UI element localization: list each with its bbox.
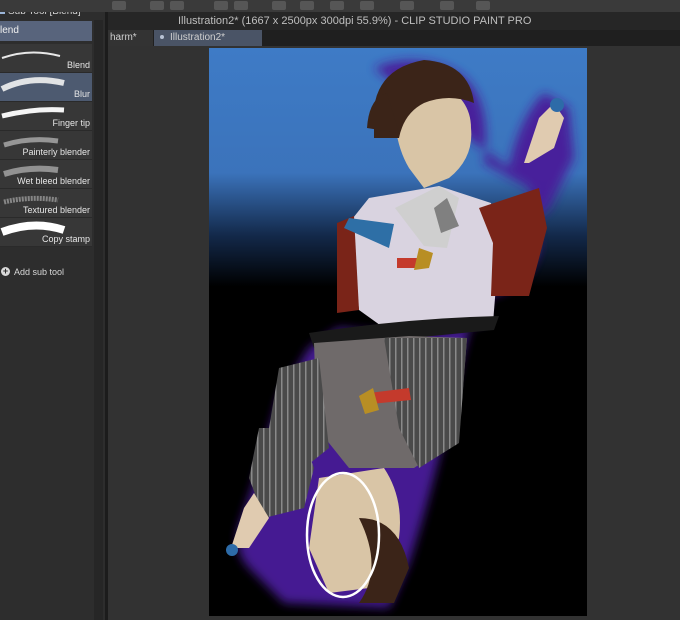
brush-item-painterly-blender[interactable]: Painterly blender: [0, 131, 92, 160]
toolbar-icon[interactable]: [330, 1, 344, 10]
toolbar-icon[interactable]: [360, 1, 374, 10]
sidebar-scrollbar[interactable]: [94, 20, 103, 620]
tab-illustration2[interactable]: Illustration2*: [154, 30, 262, 46]
toolbar-icon[interactable]: [400, 1, 414, 10]
group-label: lend: [0, 25, 19, 36]
tab-dot-icon: [160, 35, 164, 40]
sub-tool-group-tab[interactable]: lend: [0, 21, 92, 41]
brush-label: Wet bleed blender: [17, 176, 90, 186]
brush-item-blur[interactable]: Blur: [0, 73, 92, 102]
toolbar-icon[interactable]: [272, 1, 286, 10]
add-sub-tool-button[interactable]: + Add sub tool: [0, 265, 92, 279]
brush-item-blend[interactable]: Blend: [0, 44, 92, 73]
illustration-canvas[interactable]: [209, 48, 587, 616]
brush-list: Blend Blur Finger tip Painterly blender …: [0, 44, 92, 247]
toolbar-icon[interactable]: [440, 1, 454, 10]
tab-label: Illustration2*: [170, 32, 226, 43]
sub-tool-panel: Sub Tool [Blend] lend Blend Blur Finger …: [0, 0, 105, 620]
toolbar-icon[interactable]: [300, 1, 314, 10]
toolbar-icon[interactable]: [214, 1, 228, 10]
toolbar-icon[interactable]: [112, 1, 126, 10]
toolbar-icon[interactable]: [234, 1, 248, 10]
brush-item-wet-bleed-blender[interactable]: Wet bleed blender: [0, 160, 92, 189]
brush-label: Blur: [73, 89, 90, 99]
brush-item-finger-tip[interactable]: Finger tip: [0, 102, 92, 131]
brush-label: Painterly blender: [22, 147, 90, 157]
command-bar: [0, 0, 680, 12]
tab-charm[interactable]: harm*: [108, 30, 153, 46]
brush-label: Copy stamp: [41, 234, 90, 244]
toolbar-icon[interactable]: [170, 1, 184, 10]
document-tabs: harm* Illustration2*: [108, 30, 680, 46]
brush-label: Textured blender: [22, 205, 90, 215]
brush-item-copy-stamp[interactable]: Copy stamp: [0, 218, 92, 247]
add-sub-tool-label: Add sub tool: [14, 267, 65, 277]
brush-item-textured-blender[interactable]: Textured blender: [0, 189, 92, 218]
toolbar-icon[interactable]: [476, 1, 490, 10]
window-title: Illustration2* (1667 x 2500px 300dpi 55.…: [108, 12, 680, 30]
tab-label: harm*: [110, 32, 137, 43]
brush-label: Finger tip: [52, 118, 90, 128]
add-icon: +: [1, 266, 10, 276]
brush-label: Blend: [66, 60, 90, 70]
toolbar-icon[interactable]: [150, 1, 164, 10]
illustration-artwork: [209, 48, 587, 616]
